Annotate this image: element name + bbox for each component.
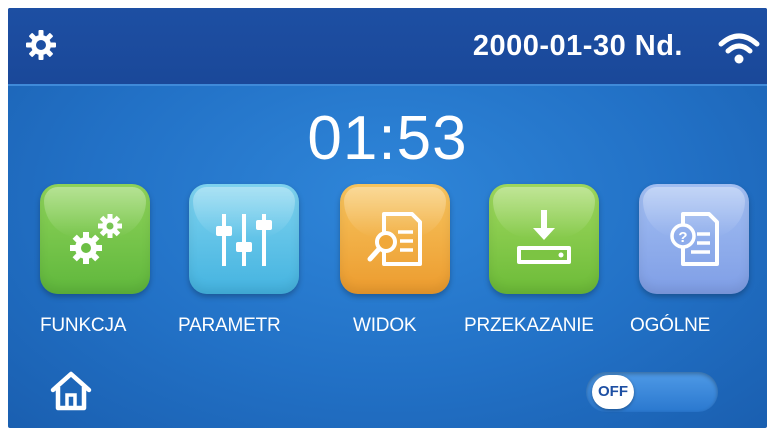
- document-help-icon: ?: [670, 212, 719, 266]
- home-button[interactable]: [48, 368, 94, 414]
- svg-text:?: ?: [678, 229, 687, 246]
- funkcja-button[interactable]: [40, 184, 150, 294]
- gears-icon: [70, 214, 122, 264]
- widok-button[interactable]: [340, 184, 450, 294]
- funkcja-label[interactable]: FUNKCJA: [40, 315, 126, 337]
- wifi-icon: [718, 33, 760, 64]
- main-screen: 2000-01-30 Nd. 01:53 ? FUNKCJA PARAMETR …: [8, 8, 767, 428]
- clock-display: 01:53: [307, 104, 468, 173]
- sliders-icon: [216, 214, 272, 266]
- status-bar: 2000-01-30 Nd.: [8, 8, 767, 86]
- home-icon: [50, 371, 92, 411]
- przekazanie-button[interactable]: [489, 184, 599, 294]
- widok-label[interactable]: WIDOK: [353, 315, 417, 337]
- parametr-button[interactable]: [189, 184, 299, 294]
- przekazanie-label[interactable]: PRZEKAZANIE: [464, 315, 594, 337]
- parametr-label[interactable]: PARAMETR: [178, 315, 281, 337]
- document-search-icon: [367, 212, 422, 266]
- settings-button[interactable]: [24, 28, 58, 62]
- date-display: 2000-01-30 Nd.: [472, 30, 683, 62]
- toggle-knob: OFF: [592, 375, 634, 409]
- gear-icon: [26, 30, 56, 60]
- ogolne-button[interactable]: ?: [639, 184, 749, 294]
- power-toggle[interactable]: OFF: [586, 372, 718, 412]
- download-icon: [517, 210, 571, 264]
- ogolne-label[interactable]: OGÓLNE: [630, 315, 710, 337]
